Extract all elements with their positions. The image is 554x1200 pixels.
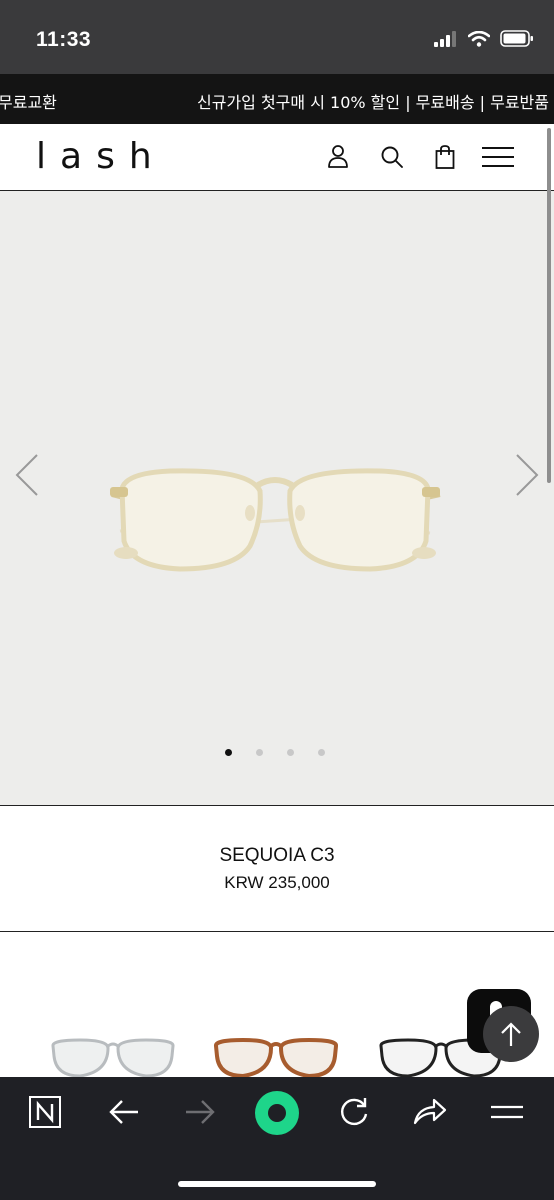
- carousel-dot[interactable]: [225, 749, 232, 756]
- site-header: lash: [0, 124, 554, 191]
- back-icon[interactable]: [108, 1098, 140, 1126]
- prev-arrow-icon[interactable]: [14, 453, 40, 497]
- status-bar: 11:33: [0, 0, 554, 74]
- related-products: [0, 932, 554, 1079]
- product-price: KRW 235,000: [224, 873, 330, 892]
- share-icon[interactable]: [412, 1095, 448, 1127]
- eyeglasses-image: [110, 468, 441, 572]
- product-name: SEQUOIA C3: [219, 845, 335, 866]
- forward-icon[interactable]: [184, 1098, 216, 1126]
- related-product-clear-frame[interactable]: [50, 1036, 176, 1081]
- scroll-top-icon: [501, 1022, 521, 1046]
- promo-banner[interactable]: 무료교환 신규가입 첫구매 시 10% 할인 | 무료배송 | 무료반품: [0, 74, 554, 124]
- carousel-dots: [225, 749, 325, 756]
- reload-icon[interactable]: [337, 1095, 371, 1129]
- scroll-top-button[interactable]: [483, 1006, 539, 1062]
- promo-text-left: 무료교환: [0, 93, 57, 112]
- signal-icon: [434, 30, 456, 47]
- product-info: SEQUOIA C3 KRW 235,000: [0, 806, 554, 932]
- status-icons: [434, 30, 534, 47]
- page-scrollbar[interactable]: [547, 128, 551, 483]
- product-image-carousel[interactable]: [0, 191, 554, 806]
- promo-text-main: 신규가입 첫구매 시 10% 할인 | 무료배송 | 무료반품: [197, 93, 549, 112]
- carousel-dot[interactable]: [318, 749, 325, 756]
- tabs-menu-icon[interactable]: [490, 1103, 524, 1123]
- menu-icon[interactable]: [481, 146, 515, 168]
- status-time: 11:33: [36, 28, 92, 51]
- related-product-tortoise-frame[interactable]: [213, 1036, 339, 1081]
- logo[interactable]: lash: [36, 136, 166, 177]
- home-orb-icon[interactable]: [254, 1090, 300, 1136]
- n-logo-icon[interactable]: [28, 1095, 62, 1129]
- bag-icon[interactable]: [434, 144, 456, 170]
- search-icon[interactable]: [380, 144, 404, 170]
- carousel-dot[interactable]: [256, 749, 263, 756]
- wifi-icon: [468, 30, 490, 47]
- home-indicator[interactable]: [178, 1181, 376, 1187]
- battery-icon: [500, 30, 533, 47]
- next-arrow-icon[interactable]: [514, 453, 540, 497]
- carousel-dot[interactable]: [287, 749, 294, 756]
- user-icon[interactable]: [326, 144, 350, 170]
